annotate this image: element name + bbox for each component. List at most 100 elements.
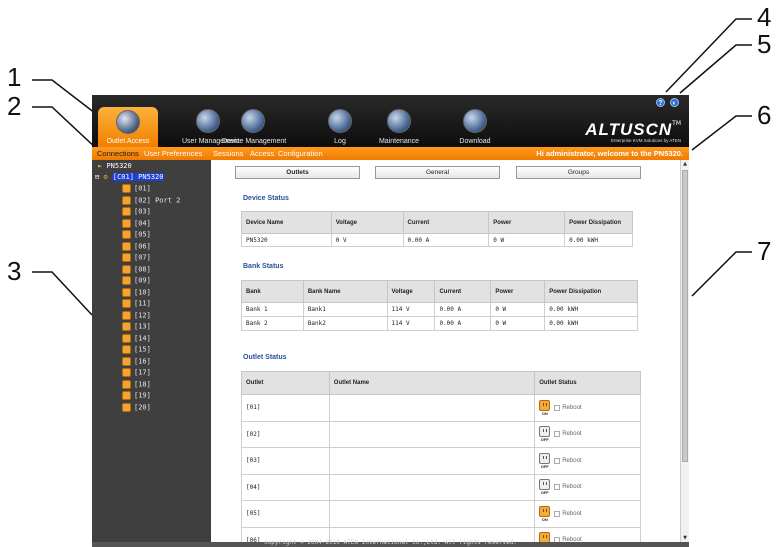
sidebar-outlet-item[interactable]: [01] <box>122 184 151 195</box>
tab-general[interactable]: General <box>375 166 500 179</box>
sidebar-outlet-label: [02] Port 2 <box>134 196 181 204</box>
tree-root[interactable]: ► PN5320 <box>98 162 132 170</box>
power-plug-icon <box>539 399 551 411</box>
root-folder-icon: ► <box>98 162 103 170</box>
outlet-status-cell: ON Reboot <box>534 500 641 528</box>
collapse-icon[interactable]: ⊟ <box>95 173 99 181</box>
outlet-name-cell <box>328 500 536 528</box>
sidebar-outlet-item[interactable]: [19] <box>122 391 151 402</box>
sidebar-outlet-label: [07] <box>134 253 151 262</box>
sidebar-outlet-item[interactable]: [16] <box>122 356 151 368</box>
table-cell: 0.00 A <box>434 302 492 317</box>
outlet-icon <box>122 207 131 216</box>
sidebar-outlet-item[interactable]: [10] <box>122 287 151 299</box>
sidebar-outlet-item[interactable]: [13] <box>122 322 151 333</box>
device-icon: ⚙ <box>103 173 108 181</box>
scrollbar-thumb[interactable] <box>682 170 688 462</box>
reboot-label: Reboot <box>562 431 582 438</box>
sidebar-outlet-item[interactable]: [15] <box>122 345 151 356</box>
table-cell: PN5320 <box>241 233 332 247</box>
sub-link-connections[interactable]: Connections <box>97 149 139 158</box>
app-window: Outlet Access User Management Device Man… <box>92 95 689 547</box>
sub-link-configuration[interactable]: Configuration <box>278 149 323 158</box>
callout-5: 5 <box>757 29 772 59</box>
sidebar-outlet-item[interactable]: [14] <box>122 333 151 345</box>
tab-download[interactable]: Download <box>454 95 496 147</box>
main-content: Outlets General Groups Device Status Dev… <box>211 160 680 542</box>
tab-log[interactable]: Log <box>320 95 360 147</box>
table-cell: 114 V <box>386 302 436 317</box>
sub-link-user-preferences[interactable]: User Preferences <box>144 149 202 158</box>
table-header-row: Outlet Outlet Name Outlet Status <box>241 371 641 395</box>
sidebar-tree: ► PN5320 ⊟ ⚙ [C01] PN5320 [01] [02] Port … <box>92 160 211 542</box>
power-plug-icon <box>539 505 551 517</box>
column-header: Voltage <box>386 280 436 303</box>
sub-link-sessions[interactable]: Sessions <box>213 149 243 158</box>
outlet-icon <box>122 333 131 343</box>
sidebar-outlet-item[interactable]: [11] <box>122 299 151 310</box>
logo-trademark: TM <box>672 120 681 127</box>
column-header: Power <box>490 280 546 303</box>
reboot-checkbox[interactable] <box>554 457 561 464</box>
sidebar-outlet-item[interactable]: [18] <box>122 379 151 391</box>
outlet-status-table: Outlet Outlet Name Outlet Status [01] ON Reb… <box>241 371 641 542</box>
sidebar-outlet-item[interactable]: [09] <box>122 276 151 287</box>
table-row: [03] OFF Reboot <box>241 447 641 475</box>
column-header: Power <box>488 211 566 234</box>
sub-link-access[interactable]: Access <box>250 149 274 158</box>
logo-text: ALTUSCN <box>585 120 673 139</box>
tree-root-label: PN5320 <box>106 162 132 170</box>
outlet-icon <box>122 253 131 262</box>
sidebar-outlet-item[interactable]: [08] <box>122 264 151 276</box>
table-cell: 0.00 A <box>434 316 492 331</box>
table-cell: 0.00 A <box>402 233 490 247</box>
help-icon[interactable]: ? <box>656 98 665 107</box>
sidebar-outlet-item[interactable]: [12] <box>122 310 151 322</box>
power-state: ON <box>541 410 548 416</box>
reboot-checkbox[interactable] <box>554 484 561 491</box>
sidebar-outlet-item[interactable]: [17] <box>122 368 151 379</box>
reboot-checkbox[interactable] <box>554 404 561 411</box>
power-state: ON <box>541 516 548 522</box>
scroll-up-icon[interactable]: ▲ <box>682 161 688 167</box>
power-toggle[interactable]: ON <box>539 399 551 416</box>
sidebar-outlet-item[interactable]: [04] <box>122 218 151 230</box>
outlet-id-cell: [03] <box>241 447 330 475</box>
tree-device[interactable]: ⊟ ⚙ [C01] PN5320 <box>95 173 165 181</box>
callout-line-4 <box>665 18 752 93</box>
sidebar-outlet-item[interactable]: [03] <box>122 207 151 218</box>
sidebar-outlet-item[interactable]: [20] <box>122 402 151 414</box>
power-toggle[interactable]: ON <box>539 505 551 522</box>
logout-icon[interactable]: ◐ <box>670 98 679 107</box>
altusen-logo: ALTUSCNTM Enterprise KVM Solutions by AT… <box>585 120 681 143</box>
outlet-icon <box>122 195 131 205</box>
sidebar-outlet-item[interactable]: [06] <box>122 241 151 253</box>
tab-label: Maintenance <box>378 138 420 145</box>
reboot-checkbox[interactable] <box>554 431 561 438</box>
vertical-scrollbar[interactable]: ▲ ▼ <box>680 160 689 542</box>
power-toggle[interactable]: OFF <box>539 426 551 443</box>
reboot-checkbox[interactable] <box>554 510 561 517</box>
table-row: [05] ON Reboot <box>241 500 641 528</box>
sidebar-outlet-item[interactable]: [02] Port 2 <box>122 195 181 207</box>
power-toggle[interactable]: OFF <box>539 479 551 495</box>
tab-outlet-access[interactable]: Outlet Access <box>98 107 158 147</box>
table-cell: Bank1 <box>302 302 388 317</box>
tab-outlets[interactable]: Outlets <box>235 166 360 179</box>
table-row: [01] ON Reboot <box>241 394 641 422</box>
callout-2: 2 <box>7 91 22 121</box>
outlet-id-cell: [05] <box>241 500 330 528</box>
power-toggle[interactable]: OFF <box>539 452 551 469</box>
outlet-icon <box>122 345 131 354</box>
sidebar-outlet-label: [06] <box>134 242 151 250</box>
power-state: OFF <box>540 437 549 443</box>
outlet-icon <box>122 218 131 228</box>
tab-maintenance[interactable]: Maintenance <box>374 95 424 147</box>
table-cell: Bank2 <box>302 316 388 331</box>
sidebar-outlet-item[interactable]: [05] <box>122 230 151 241</box>
tab-groups[interactable]: Groups <box>516 166 641 179</box>
tab-device-management[interactable]: Device Management <box>222 95 286 147</box>
sidebar-outlet-item[interactable]: [07] <box>122 253 151 264</box>
table-cell: 0 W <box>490 316 546 331</box>
column-header: Outlet Name <box>328 371 536 395</box>
